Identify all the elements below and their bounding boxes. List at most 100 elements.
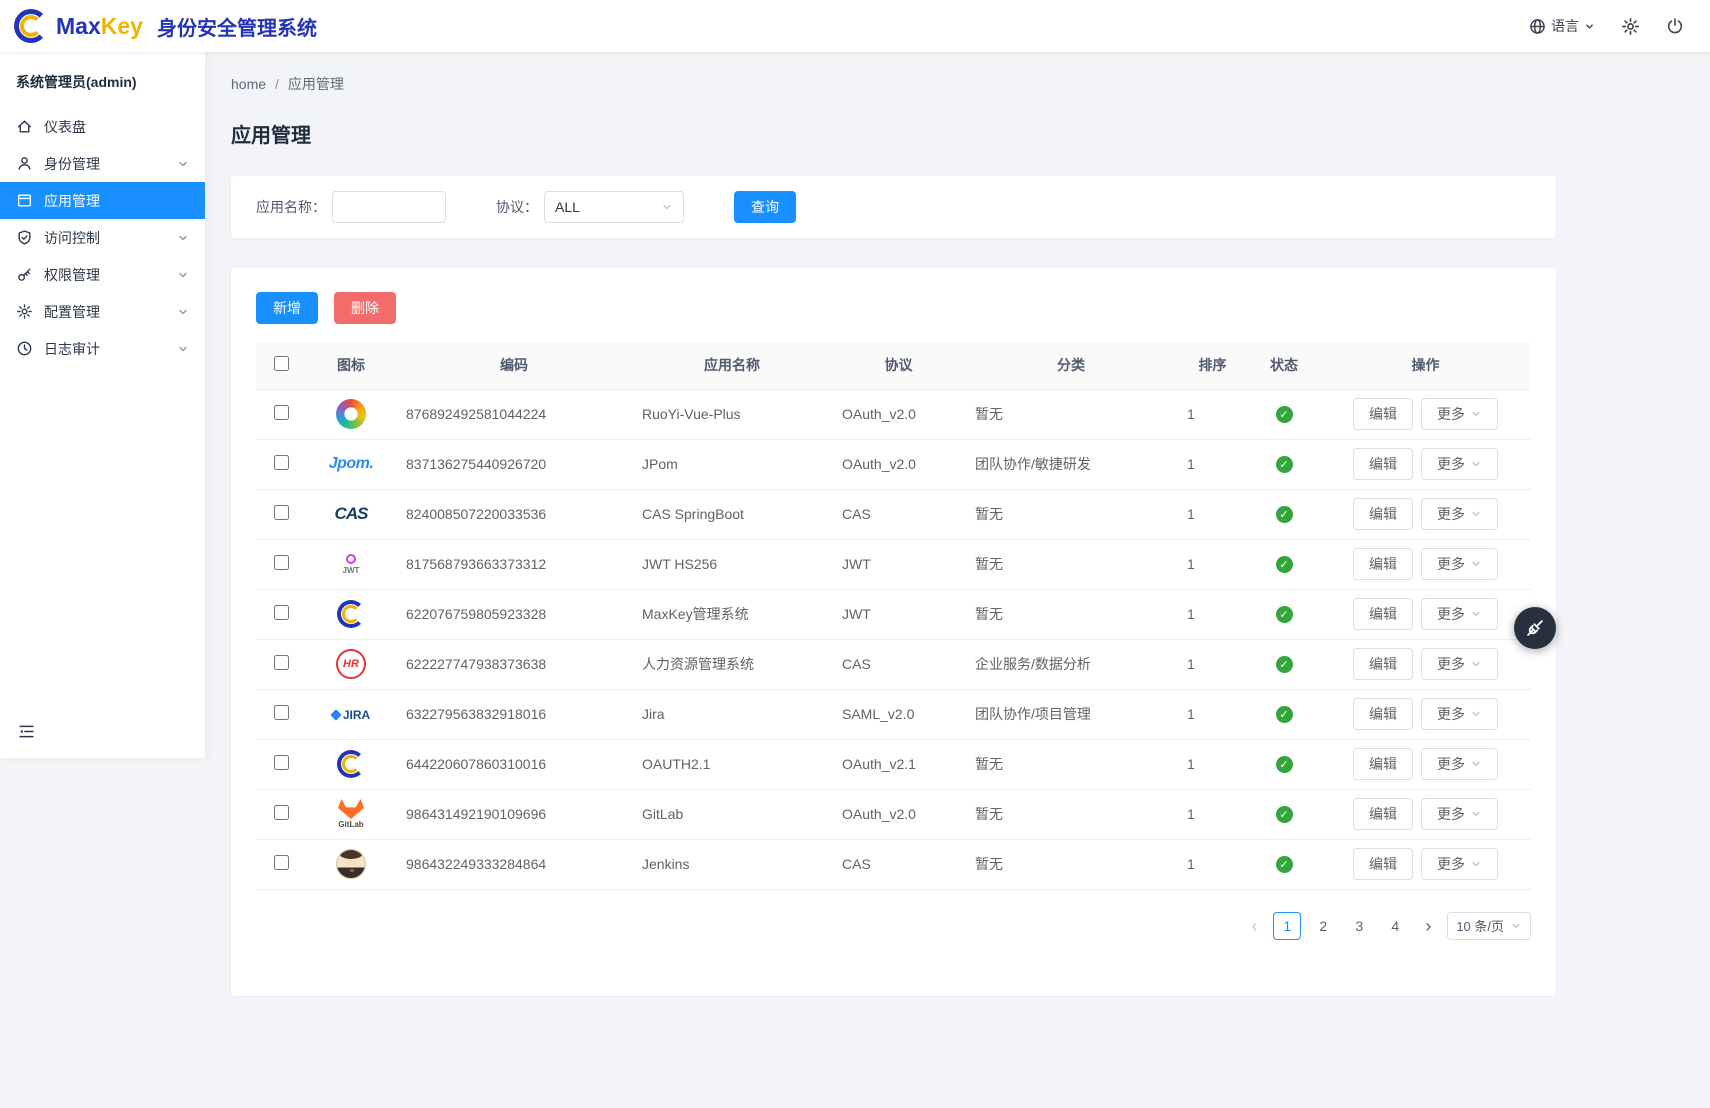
select-all-cell xyxy=(256,342,306,389)
app-table-body: 876892492581044224RuoYi-Vue-PlusOAuth_v2… xyxy=(256,389,1531,889)
more-button[interactable]: 更多 xyxy=(1421,548,1498,580)
app-category: 暂无 xyxy=(965,739,1177,789)
app-category: 暂无 xyxy=(965,489,1177,539)
page-4-button[interactable]: 4 xyxy=(1381,912,1409,940)
delete-button[interactable]: 删除 xyxy=(334,292,396,324)
app-code: 817568793663373312 xyxy=(396,539,632,589)
sidebar-item-access[interactable]: 访问控制 xyxy=(0,219,205,256)
edit-button[interactable]: 编辑 xyxy=(1353,748,1413,780)
row-checkbox[interactable] xyxy=(274,555,289,570)
logout-button[interactable] xyxy=(1666,17,1684,35)
chevron-down-icon xyxy=(177,306,189,318)
select-all-checkbox[interactable] xyxy=(274,356,289,371)
home-icon xyxy=(16,118,33,135)
more-button[interactable]: 更多 xyxy=(1421,498,1498,530)
prev-page-button[interactable]: ‹ xyxy=(1243,917,1265,935)
more-button[interactable]: 更多 xyxy=(1421,598,1498,630)
sidebar-item-config[interactable]: 配置管理 xyxy=(0,293,205,330)
more-button[interactable]: 更多 xyxy=(1421,698,1498,730)
more-button[interactable]: 更多 xyxy=(1421,848,1498,880)
settings-button[interactable] xyxy=(1621,17,1640,36)
edit-button[interactable]: 编辑 xyxy=(1353,548,1413,580)
app-table: 图标编码应用名称协议分类排序状态操作 876892492581044224Ruo… xyxy=(256,342,1531,890)
more-button[interactable]: 更多 xyxy=(1421,398,1498,430)
app-category: 暂无 xyxy=(965,389,1177,439)
edit-button[interactable]: 编辑 xyxy=(1353,498,1413,530)
edit-button[interactable]: 编辑 xyxy=(1353,848,1413,880)
gitlab-logo: GitLab xyxy=(338,805,364,821)
page-size-select[interactable]: 10 条/页 xyxy=(1447,912,1531,940)
table-row: JIRA632279563832918016JiraSAML_v2.0团队协作/… xyxy=(256,689,1531,739)
row-checkbox[interactable] xyxy=(274,505,289,520)
app-category: 暂无 xyxy=(965,589,1177,639)
language-switcher[interactable]: 语言 xyxy=(1529,16,1595,36)
table-toolbar: 新增 删除 xyxy=(256,292,1531,324)
row-checkbox[interactable] xyxy=(274,855,289,870)
breadcrumb-home[interactable]: home xyxy=(231,76,266,92)
hr-logo: HR xyxy=(336,655,366,671)
app-sort: 1 xyxy=(1177,539,1248,589)
app-sort: 1 xyxy=(1177,739,1248,789)
row-checkbox[interactable] xyxy=(274,705,289,720)
sidebar-item-audit[interactable]: 日志审计 xyxy=(0,330,205,367)
globe-icon xyxy=(1529,18,1546,35)
search-button[interactable]: 查询 xyxy=(734,191,796,223)
edit-button[interactable]: 编辑 xyxy=(1353,648,1413,680)
row-checkbox[interactable] xyxy=(274,405,289,420)
app-category: 团队协作/项目管理 xyxy=(965,689,1177,739)
edit-button[interactable]: 编辑 xyxy=(1353,598,1413,630)
more-button[interactable]: 更多 xyxy=(1421,448,1498,480)
page-1-button[interactable]: 1 xyxy=(1273,912,1301,940)
key-icon xyxy=(16,266,33,283)
chevron-down-icon xyxy=(1470,608,1482,620)
app-header: MaxKey 身份安全管理系统 语言 xyxy=(0,0,1710,52)
chevron-down-icon xyxy=(177,232,189,244)
page-3-button[interactable]: 3 xyxy=(1345,912,1373,940)
next-page-button[interactable]: › xyxy=(1417,917,1439,935)
sidebar-item-identity[interactable]: 身份管理 xyxy=(0,145,205,182)
more-button[interactable]: 更多 xyxy=(1421,798,1498,830)
sidebar-item-permission[interactable]: 权限管理 xyxy=(0,256,205,293)
app-protocol: OAuth_v2.1 xyxy=(832,739,965,789)
edit-button[interactable]: 编辑 xyxy=(1353,448,1413,480)
edit-button[interactable]: 编辑 xyxy=(1353,698,1413,730)
more-button[interactable]: 更多 xyxy=(1421,748,1498,780)
app-protocol: JWT xyxy=(832,589,965,639)
language-label: 语言 xyxy=(1551,16,1579,36)
breadcrumb-separator: / xyxy=(275,76,279,92)
column-header: 应用名称 xyxy=(632,342,832,389)
app-category: 暂无 xyxy=(965,539,1177,589)
more-button[interactable]: 更多 xyxy=(1421,648,1498,680)
edit-button[interactable]: 编辑 xyxy=(1353,798,1413,830)
brand-max: Max xyxy=(56,13,101,39)
chevron-down-icon xyxy=(1470,508,1482,520)
table-row: 876892492581044224RuoYi-Vue-PlusOAuth_v2… xyxy=(256,389,1531,439)
sidebar-item-apps[interactable]: 应用管理 xyxy=(0,182,205,219)
app-category: 团队协作/敏捷研发 xyxy=(965,439,1177,489)
collapse-sidebar-button[interactable] xyxy=(0,710,205,758)
app-name: OAUTH2.1 xyxy=(632,739,832,789)
row-checkbox[interactable] xyxy=(274,805,289,820)
maxkey-logo xyxy=(337,605,365,621)
current-user: 系统管理员(admin) xyxy=(0,52,205,108)
chevron-down-icon xyxy=(1470,408,1482,420)
app-name: JPom xyxy=(632,439,832,489)
status-active-icon: ✓ xyxy=(1276,706,1293,723)
app-name-input[interactable] xyxy=(332,191,446,223)
row-checkbox[interactable] xyxy=(274,655,289,670)
app-name: Jenkins xyxy=(632,839,832,889)
protocol-select[interactable]: ALL xyxy=(544,191,684,223)
settings-drawer-handle[interactable] xyxy=(1514,607,1556,649)
table-row: 986432249333284864JenkinsCAS暂无1✓编辑更多 xyxy=(256,839,1531,889)
row-checkbox[interactable] xyxy=(274,605,289,620)
row-checkbox[interactable] xyxy=(274,755,289,770)
app-name: 人力资源管理系统 xyxy=(632,639,832,689)
row-checkbox[interactable] xyxy=(274,455,289,470)
status-active-icon: ✓ xyxy=(1276,556,1293,573)
app-sort: 1 xyxy=(1177,639,1248,689)
add-button[interactable]: 新增 xyxy=(256,292,318,324)
edit-button[interactable]: 编辑 xyxy=(1353,398,1413,430)
page-2-button[interactable]: 2 xyxy=(1309,912,1337,940)
sidebar-item-dashboard[interactable]: 仪表盘 xyxy=(0,108,205,145)
clock-icon xyxy=(16,340,33,357)
